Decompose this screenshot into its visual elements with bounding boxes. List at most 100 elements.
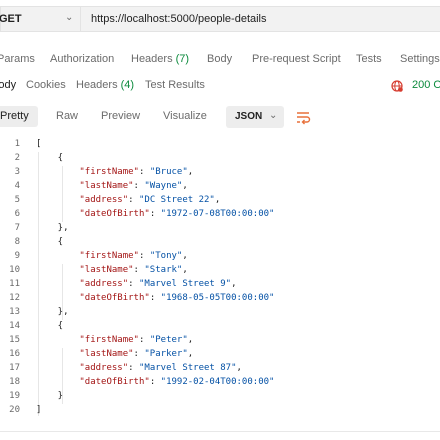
format-select[interactable]: JSON ⌄ — [226, 106, 284, 128]
code-text: "address": "Marvel Street 87", — [79, 363, 242, 373]
code-line: 19 } — [0, 390, 440, 404]
json-string-value: "1968-05-05T00:00:00" — [160, 293, 275, 303]
tab-response-headers[interactable]: Headers (4) — [76, 79, 134, 91]
line-number: 11 — [9, 279, 20, 289]
view-raw-button[interactable]: Raw — [56, 106, 78, 127]
tab-label: Cookies — [26, 79, 66, 91]
tab-label: Pre-request Script — [252, 53, 341, 65]
tab-test-results[interactable]: Test Results — [145, 79, 205, 91]
tab-label: Params — [0, 53, 35, 65]
line-number: 16 — [9, 349, 20, 359]
view-pretty-button[interactable]: Pretty — [0, 106, 38, 127]
json-key: "dateOfBirth" — [79, 293, 150, 303]
code-text: "lastName": "Wayne", — [79, 181, 188, 191]
code-text: "dateOfBirth": "1992-02-04T00:00:00" — [79, 377, 275, 387]
line-number: 9 — [14, 251, 20, 261]
view-preview-button[interactable]: Preview — [101, 106, 140, 127]
json-key: "address" — [79, 279, 129, 289]
code-line: 16 "lastName": "Parker", — [0, 348, 440, 362]
line-number: 5 — [14, 195, 20, 205]
json-key: "dateOfBirth" — [79, 377, 150, 387]
request-tabs: Params Authorization Headers (7) Body Pr… — [0, 46, 440, 74]
line-number: 14 — [9, 321, 20, 331]
code-text: }, — [36, 307, 69, 317]
chevron-down-icon: ⌄ — [269, 110, 278, 121]
tab-authorization[interactable]: Authorization — [50, 53, 114, 65]
tab-label: Headers — [76, 79, 121, 91]
json-string-value: "1992-02-04T00:00:00" — [160, 377, 275, 387]
response-body-code[interactable]: 1[2 {3 "firstName": "Bruce", 4 "lastName"… — [0, 138, 440, 440]
tab-label: Test Results — [145, 79, 205, 91]
code-line: 20] — [0, 404, 440, 418]
tab-label: Settings — [400, 53, 440, 65]
code-line: 13 }, — [0, 306, 440, 320]
line-number: 6 — [14, 209, 20, 219]
code-line: 2 { — [0, 152, 440, 166]
tab-tests[interactable]: Tests — [356, 53, 382, 65]
url-text: https://localhost:5000/people-details — [91, 13, 267, 25]
code-text: "dateOfBirth": "1972-07-08T00:00:00" — [79, 209, 275, 219]
line-number: 15 — [9, 335, 20, 345]
tab-label: Body — [0, 79, 17, 91]
line-number: 19 — [9, 391, 20, 401]
method-label: GET — [0, 13, 22, 25]
line-number: 2 — [14, 153, 20, 163]
line-number: 18 — [9, 377, 20, 387]
code-line: 4 "lastName": "Wayne", — [0, 180, 440, 194]
format-label: JSON — [235, 111, 263, 122]
line-number: 13 — [9, 307, 20, 317]
url-input[interactable]: https://localhost:5000/people-details — [80, 6, 440, 32]
line-number: 12 — [9, 293, 20, 303]
request-url-bar: GET ⌄ https://localhost:5000/people-deta… — [0, 0, 440, 38]
tab-pre-request-script[interactable]: Pre-request Script — [252, 53, 341, 65]
code-line: 5 "address": "DC Street 22", — [0, 194, 440, 208]
tab-response-body[interactable]: Body — [0, 79, 16, 91]
code-text: "lastName": "Parker", — [79, 349, 194, 359]
code-text: { — [36, 153, 64, 163]
tab-label: Body — [207, 53, 233, 65]
line-number: 10 — [9, 265, 20, 275]
line-number: 17 — [9, 363, 20, 373]
tab-params[interactable]: Params — [0, 53, 35, 65]
json-string-value: "Parker" — [144, 349, 188, 359]
code-text: "address": "DC Street 22", — [79, 195, 221, 205]
json-key: "firstName" — [79, 335, 139, 345]
globe-icon[interactable] — [391, 80, 403, 92]
code-text: "firstName": "Peter", — [79, 335, 194, 345]
tab-label: Tests — [356, 53, 382, 65]
json-string-value: "DC Street 22" — [138, 195, 215, 205]
code-text: ] — [36, 405, 42, 415]
chevron-down-icon: ⌄ — [65, 12, 74, 23]
json-key: "lastName" — [79, 265, 134, 275]
tab-body[interactable]: Body — [207, 53, 232, 65]
json-key: "address" — [79, 195, 129, 205]
code-line: 3 "firstName": "Bruce", — [0, 166, 440, 180]
line-number: 3 — [14, 167, 20, 177]
tab-count: (7) — [175, 53, 190, 65]
json-key: "address" — [79, 363, 129, 373]
method-select[interactable]: GET ⌄ — [0, 6, 80, 32]
code-line: 8 { — [0, 236, 440, 250]
json-string-value: "Bruce" — [149, 167, 188, 177]
code-line: 11 "address": "Marvel Street 9", — [0, 278, 440, 292]
tab-settings[interactable]: Settings — [400, 53, 440, 65]
code-text: }, — [36, 223, 69, 233]
json-key: "dateOfBirth" — [79, 209, 150, 219]
json-string-value: "Marvel Street 9" — [138, 279, 232, 289]
json-string-value: "Peter" — [149, 335, 188, 345]
line-number: 4 — [14, 181, 20, 191]
code-line: 9 "firstName": "Tony", — [0, 250, 440, 264]
tab-label: Headers — [131, 53, 176, 65]
code-line: 6 "dateOfBirth": "1972-07-08T00:00:00" — [0, 208, 440, 222]
view-visualize-button[interactable]: Visualize — [163, 106, 207, 127]
code-line: 7 }, — [0, 222, 440, 236]
line-number: 8 — [14, 237, 20, 247]
code-line: 14 { — [0, 320, 440, 334]
tab-headers[interactable]: Headers (7) — [131, 53, 189, 65]
response-tabs: Body Cookies Headers (4) Test Results 20… — [0, 74, 440, 98]
wrap-lines-icon[interactable] — [292, 106, 314, 128]
json-string-value: "Stark" — [144, 265, 183, 275]
tab-cookies[interactable]: Cookies — [26, 79, 66, 91]
code-text: } — [36, 391, 64, 401]
code-text: "dateOfBirth": "1968-05-05T00:00:00" — [79, 293, 275, 303]
